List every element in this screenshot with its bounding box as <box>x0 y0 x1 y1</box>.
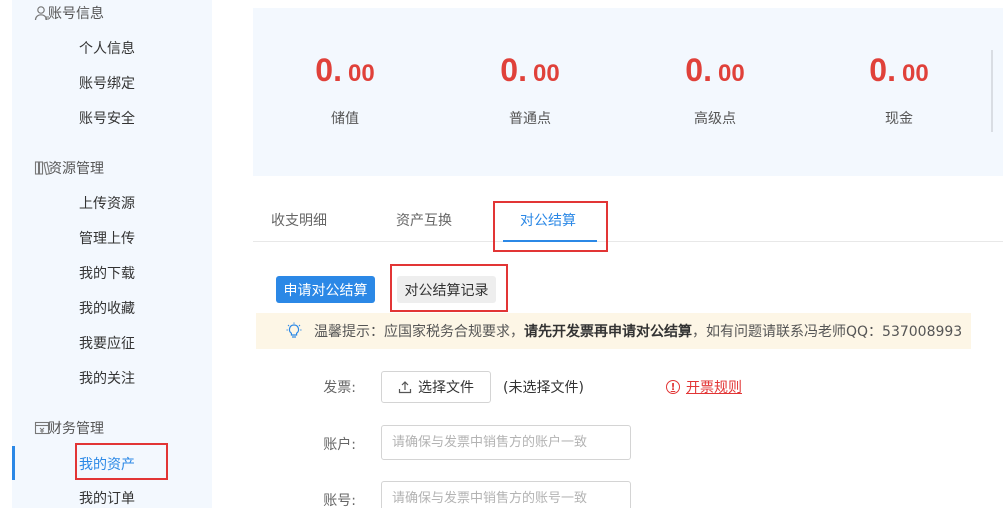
stat-label: 普通点 <box>509 111 551 127</box>
tab-corporate-settlement[interactable]: 对公结算 <box>520 210 576 230</box>
sidebar-section-label: 财务管理 <box>48 421 104 437</box>
notice-text: 温馨提示：应国家税务合规要求，请先开发票再申请对公结算，如有问题请联系冯老师QQ… <box>314 324 963 340</box>
sidebar-item-apply[interactable]: 我要应征 <box>79 333 135 353</box>
no-file-text: (未选择文件) <box>503 380 584 396</box>
sidebar-item-upload[interactable]: 上传资源 <box>79 193 135 213</box>
sidebar-item-binding[interactable]: 账号绑定 <box>79 73 135 93</box>
apply-settlement-button[interactable]: 申请对公结算 <box>276 276 375 303</box>
invoice-rules-label: 开票规则 <box>686 380 742 396</box>
lightbulb-icon <box>286 322 302 338</box>
active-indicator <box>12 446 15 480</box>
invoice-rules-link[interactable]: ! 开票规则 <box>666 377 742 397</box>
sidebar-section-label: 资源管理 <box>48 161 104 177</box>
account-input[interactable] <box>381 425 631 460</box>
notice-banner: 温馨提示：应国家税务合规要求，请先开发票再申请对公结算，如有问题请联系冯老师QQ… <box>256 313 971 349</box>
stat-label: 储值 <box>331 111 359 127</box>
wallet-icon <box>34 421 50 435</box>
choose-file-label: 选择文件 <box>418 380 474 396</box>
account-number-input[interactable] <box>381 481 631 508</box>
sidebar-item-following[interactable]: 我的关注 <box>79 368 135 388</box>
sidebar-section-account: 账号信息 <box>34 3 104 23</box>
stat-amount: 0. 00 <box>685 52 745 88</box>
stat-advanced-points: 0. 00 高级点 <box>645 52 785 128</box>
stat-cash: 0. 00 现金 <box>829 52 969 128</box>
account-number-label: 账号: <box>323 493 356 508</box>
asset-summary-panel: 0. 00 储值 0. 00 普通点 0. 00 高级点 0. 00 现金 <box>253 8 1003 176</box>
tab-underline <box>503 240 597 242</box>
account-label: 账户: <box>323 437 356 453</box>
divider <box>991 50 993 132</box>
stat-amount: 0. 00 <box>315 52 375 88</box>
settlement-records-button[interactable]: 对公结算记录 <box>397 276 496 303</box>
stat-amount: 0. 00 <box>869 52 929 88</box>
sidebar-item-downloads[interactable]: 我的下载 <box>79 263 135 283</box>
stat-label: 高级点 <box>694 111 736 127</box>
tab-bar: 收支明细 资产互换 对公结算 <box>253 196 1003 242</box>
stat-stored-value: 0. 00 储值 <box>275 52 415 128</box>
stat-label: 现金 <box>885 111 913 127</box>
choose-file-button[interactable]: 选择文件 <box>381 371 491 403</box>
upload-icon <box>398 381 412 394</box>
sidebar-section-label: 账号信息 <box>48 6 104 22</box>
tab-asset-exchange[interactable]: 资产互换 <box>396 210 452 230</box>
tab-transactions[interactable]: 收支明细 <box>271 210 327 230</box>
warning-icon: ! <box>666 380 680 394</box>
sidebar-item-my-orders[interactable]: 我的订单 <box>79 488 135 508</box>
books-icon <box>34 161 50 176</box>
sidebar-item-my-assets[interactable]: 我的资产 <box>79 454 135 474</box>
sidebar-section-resources: 资源管理 <box>34 158 104 178</box>
sidebar-item-profile[interactable]: 个人信息 <box>79 38 135 58</box>
sidebar-section-finance: 财务管理 <box>34 418 104 438</box>
sidebar-item-favorites[interactable]: 我的收藏 <box>79 298 135 318</box>
sidebar-item-manage-uploads[interactable]: 管理上传 <box>79 228 135 248</box>
user-icon <box>34 6 49 21</box>
stat-normal-points: 0. 00 普通点 <box>460 52 600 128</box>
invoice-label: 发票: <box>323 380 356 396</box>
sidebar-item-security[interactable]: 账号安全 <box>79 108 135 128</box>
stat-amount: 0. 00 <box>500 52 560 88</box>
